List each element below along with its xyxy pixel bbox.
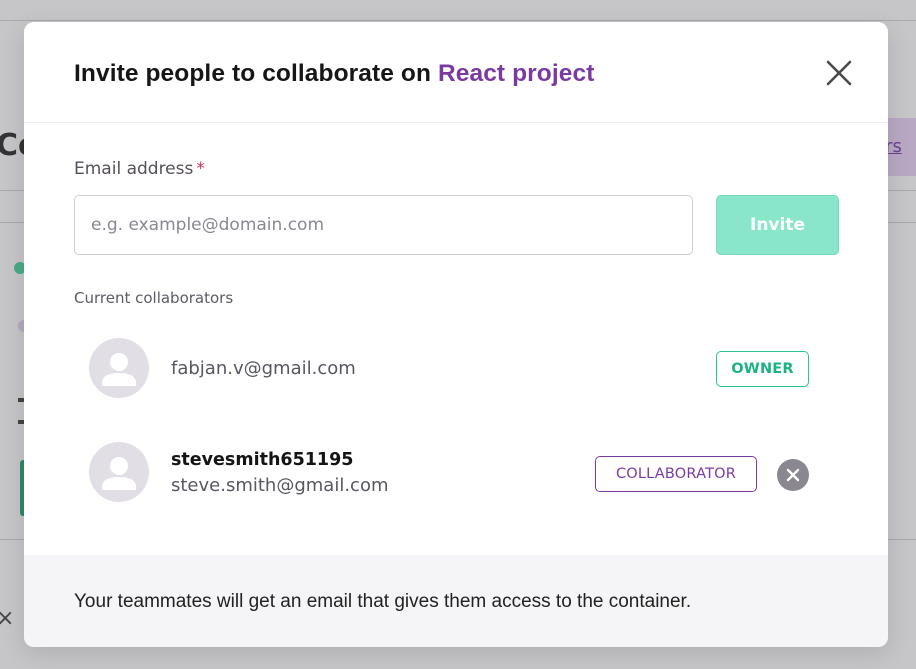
role-badge-owner: OWNER	[716, 351, 809, 387]
email-label-text: Email address	[74, 159, 194, 179]
collaborator-row: fabjan.v@gmail.com OWNER	[74, 338, 814, 402]
collaborator-username: stevesmith651195	[171, 450, 354, 470]
modal-header: Invite people to collaborate on React pr…	[24, 22, 888, 123]
collaborator-row: stevesmith651195 steve.smith@gmail.com C…	[74, 442, 814, 506]
collaborator-email: fabjan.v@gmail.com	[171, 358, 356, 379]
modal-footer: Your teammates will get an email that gi…	[24, 555, 888, 647]
email-input[interactable]	[74, 195, 693, 255]
user-icon	[102, 353, 136, 386]
modal-title-prefix: Invite people to collaborate on	[74, 60, 438, 87]
collaborator-email: steve.smith@gmail.com	[171, 475, 389, 496]
invite-button[interactable]: Invite	[716, 195, 839, 255]
avatar	[89, 442, 149, 502]
footer-note: Your teammates will get an email that gi…	[74, 591, 692, 612]
remove-collaborator-button[interactable]	[777, 459, 809, 491]
close-icon	[786, 468, 800, 482]
avatar	[89, 338, 149, 398]
collaborators-heading: Current collaborators	[74, 289, 234, 307]
user-icon	[102, 457, 136, 490]
invite-modal: Invite people to collaborate on React pr…	[24, 22, 888, 647]
required-marker: *	[196, 159, 205, 179]
close-button[interactable]	[822, 56, 856, 90]
background-divider	[0, 20, 916, 21]
modal-title: Invite people to collaborate on React pr…	[74, 60, 594, 88]
background-close-icon: ×	[0, 606, 15, 631]
project-name: React project	[437, 60, 595, 87]
close-icon	[826, 60, 852, 86]
email-label: Email address *	[74, 159, 205, 179]
role-badge-collaborator[interactable]: COLLABORATOR	[595, 456, 757, 492]
